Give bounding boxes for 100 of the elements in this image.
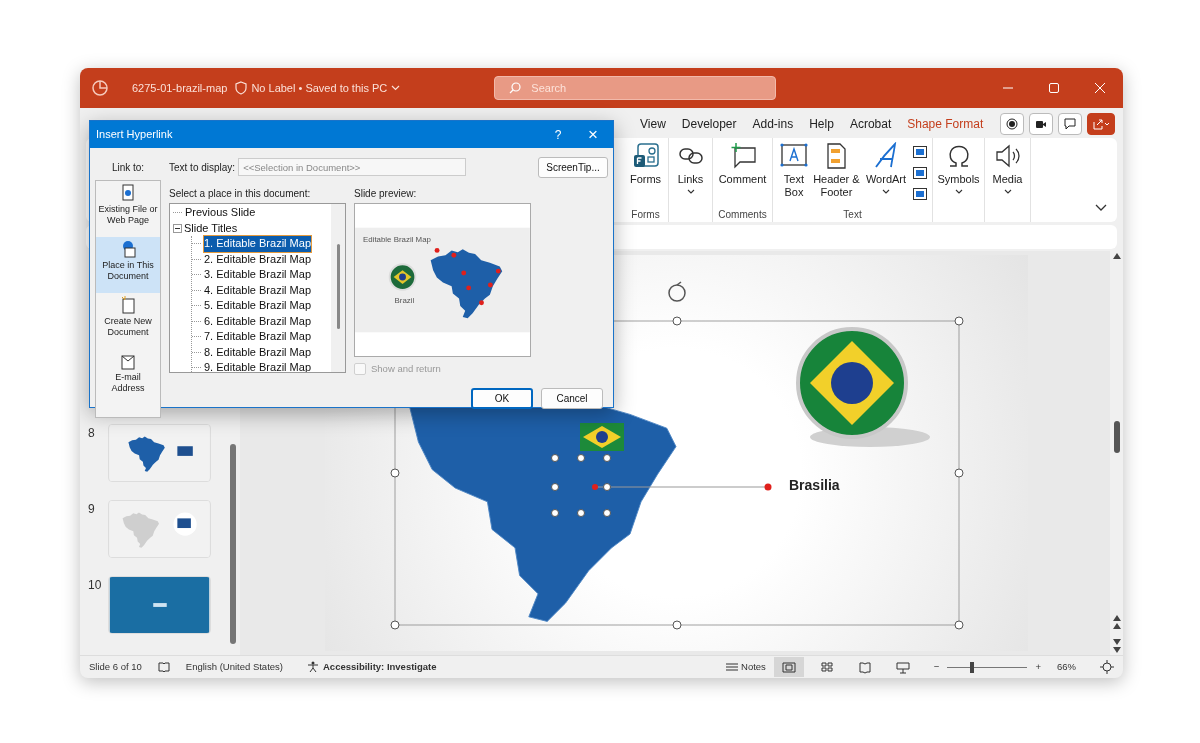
search-field[interactable]: Search: [529, 78, 750, 98]
tree-item[interactable]: 4. Editable Brazil Map: [204, 282, 311, 298]
chevron-down-icon[interactable]: [391, 85, 401, 91]
slide-thumbnail[interactable]: [108, 500, 211, 558]
share-icon: [1092, 118, 1110, 130]
tree-item[interactable]: 1. Editable Brazil Map: [204, 236, 311, 252]
scroll-arrows-icon[interactable]: [1112, 615, 1121, 653]
accessibility-icon[interactable]: [307, 661, 319, 673]
resize-handle: [954, 316, 964, 326]
ribbon-button[interactable]: Comment: [714, 142, 771, 207]
resize-handle: [672, 620, 682, 630]
normal-view-icon: [781, 660, 796, 674]
tree-item[interactable]: 3. Editable Brazil Map: [204, 267, 311, 283]
group-label: Text: [842, 208, 863, 220]
tree-item[interactable]: 8. Editable Brazil Map: [204, 344, 311, 360]
flag-drawing: [580, 423, 624, 451]
resize-handle: [954, 468, 964, 478]
globe-document-icon: [120, 240, 136, 258]
resize-handle: [577, 454, 585, 462]
tree-item[interactable]: 5. Editable Brazil Map: [204, 298, 311, 314]
normal-view-button[interactable]: [773, 657, 804, 677]
places-label: Select a place in this document:: [169, 187, 312, 201]
slide-number: 9: [88, 501, 96, 518]
help-button[interactable]: ?: [543, 125, 573, 144]
expander-icon[interactable]: [173, 223, 182, 233]
record-button[interactable]: [1000, 113, 1024, 135]
scrollbar-thumb[interactable]: [336, 244, 340, 329]
group-label: Comments: [717, 208, 768, 220]
menu-tab[interactable]: Help: [801, 115, 842, 133]
camera-icon: [1035, 118, 1047, 130]
menu-tab[interactable]: Add-ins: [744, 115, 802, 133]
preview-title: Editable Brazil Map: [363, 234, 431, 244]
text-to-display-field[interactable]: <<Selection in Document>>: [238, 158, 467, 176]
projector-icon: [895, 660, 910, 674]
link-type-option[interactable]: Existing File or Web Page: [96, 181, 160, 237]
slide-number: 8: [88, 425, 96, 442]
resize-handle: [954, 620, 964, 630]
checkbox-label: Show and return: [371, 362, 441, 376]
scrollbar-thumb[interactable]: [1113, 421, 1120, 453]
link-type-option[interactable]: E-mail Address: [96, 349, 160, 405]
camera-button[interactable]: [1029, 113, 1053, 135]
close-button[interactable]: ×: [573, 121, 613, 148]
resize-handle: [551, 454, 559, 462]
file-name: 6275-01-brazil-map: [132, 80, 228, 96]
link-to-label: Link to:: [111, 161, 145, 175]
app-logo-icon: [92, 80, 108, 96]
speaker-icon: [993, 142, 1022, 170]
resize-handle: [577, 509, 585, 517]
tree-item[interactable]: 6. Editable Brazil Map: [204, 313, 311, 329]
scroll-up-icon[interactable]: [1112, 253, 1121, 259]
city-label: Brasilia: [789, 477, 840, 493]
slide-thumbnail[interactable]: [108, 576, 211, 634]
fit-to-window-icon[interactable]: [1100, 660, 1114, 674]
tree-item[interactable]: Previous Slide: [185, 205, 256, 221]
dialog-button[interactable]: OK: [471, 388, 533, 410]
tree-item[interactable]: Slide Titles: [184, 220, 238, 236]
grid-icon: [819, 660, 834, 674]
preview-label: Slide preview:: [354, 187, 418, 201]
ribbon-button[interactable]: Text Box: [776, 142, 811, 207]
share-button[interactable]: [1087, 113, 1115, 135]
resize-handle: [551, 509, 559, 517]
slide-number: 10: [88, 577, 103, 594]
zoom-out-button[interactable]: −: [933, 659, 940, 675]
language-label: English (United States): [185, 659, 283, 674]
ribbon-button[interactable]: Header & Footer: [812, 142, 860, 207]
resize-handle: [390, 468, 400, 478]
slide-thumbnail[interactable]: [108, 424, 211, 482]
comments-button[interactable]: [1058, 113, 1082, 135]
link-type-option[interactable]: Create New Document: [96, 293, 160, 349]
resize-handle: [672, 316, 682, 326]
zoom-in-button[interactable]: +: [1035, 659, 1041, 675]
document-globe-icon: [120, 184, 136, 202]
save-status: No Label • Saved to this PC: [251, 80, 388, 96]
collapse-ribbon-icon[interactable]: [1095, 204, 1107, 212]
ribbon-button[interactable]: Symbols: [933, 142, 984, 207]
menu-tab[interactable]: Acrobat: [841, 115, 900, 133]
menu-tab[interactable]: Developer: [673, 115, 745, 133]
search-box[interactable]: Search: [494, 76, 777, 100]
field-label: Text to display:: [169, 160, 236, 175]
tree-item[interactable]: 7. Editable Brazil Map: [204, 329, 311, 345]
book-icon: [857, 660, 872, 674]
ribbon-button[interactable]: Media: [988, 142, 1027, 207]
ribbon-button[interactable]: WordArt: [861, 142, 911, 207]
dialog-button[interactable]: Cancel: [541, 388, 603, 410]
resize-handle: [603, 483, 611, 491]
tree-item[interactable]: 2. Editable Brazil Map: [204, 251, 311, 267]
preview-caption: Brazil: [394, 295, 415, 305]
scrollbar-thumb[interactable]: [229, 444, 237, 644]
menu-tab[interactable]: Shape Format: [899, 115, 992, 133]
menu-tab[interactable]: View: [632, 115, 674, 133]
book-check-icon[interactable]: [157, 661, 170, 673]
resize-handle: [603, 509, 611, 517]
screentip-button[interactable]: ScreenTip...: [538, 156, 608, 178]
ribbon-button[interactable]: Links: [672, 142, 709, 207]
zoom-slider-thumb[interactable]: [970, 661, 975, 673]
search-icon: [509, 82, 522, 94]
link-type-option[interactable]: Place in This Document: [96, 237, 160, 293]
ribbon-button[interactable]: Forms: [625, 142, 666, 207]
notes-icon[interactable]: [725, 662, 740, 672]
notes-button[interactable]: Notes: [741, 659, 766, 675]
